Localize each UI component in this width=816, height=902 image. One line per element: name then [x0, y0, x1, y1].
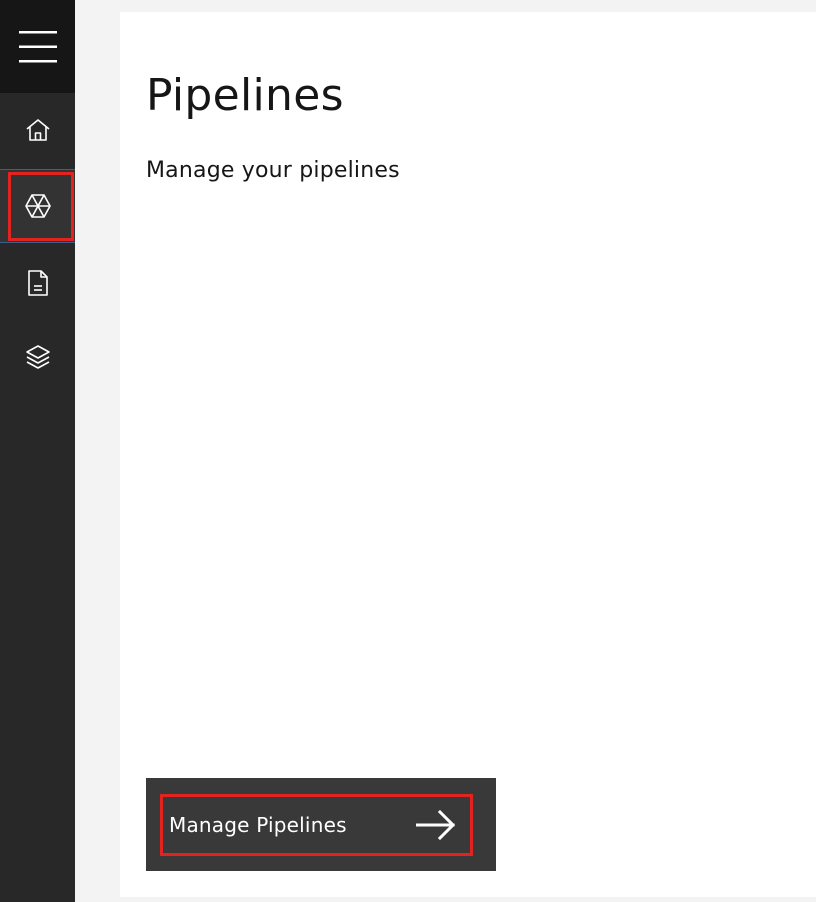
layers-icon	[25, 345, 50, 369]
hamburger-menu-button[interactable]	[0, 0, 75, 93]
manage-pipelines-button[interactable]: Manage Pipelines	[160, 794, 473, 856]
side-nav-rail	[0, 0, 75, 902]
pipelines-icon	[24, 194, 51, 218]
nav-item-layers[interactable]	[0, 321, 75, 393]
home-icon	[25, 119, 50, 141]
page-title: Pipelines	[146, 70, 344, 121]
manage-pipelines-tile[interactable]: Manage Pipelines	[146, 778, 496, 871]
nav-item-home[interactable]	[0, 94, 75, 166]
hamburger-menu-icon	[18, 30, 57, 62]
nav-item-documents[interactable]	[0, 247, 75, 319]
nav-item-pipelines[interactable]	[0, 169, 75, 243]
manage-pipelines-label: Manage Pipelines	[169, 813, 347, 837]
page-subtitle: Manage your pipelines	[146, 158, 400, 183]
document-icon	[27, 270, 48, 296]
pipelines-card: Pipelines Manage your pipelines Manage P…	[120, 12, 816, 897]
arrow-right-icon	[416, 809, 456, 841]
